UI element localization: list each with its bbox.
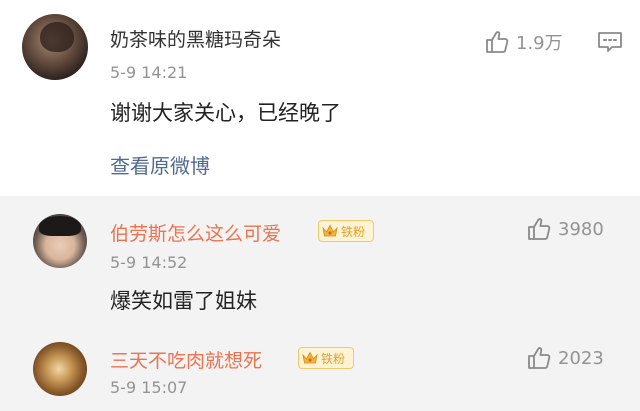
comment-text: 谢谢大家关心，已经晚了 <box>110 101 341 125</box>
avatar[interactable] <box>33 342 87 396</box>
reply-username[interactable]: 三天不吃肉就想死 <box>110 346 262 373</box>
badge-label: 铁粉 <box>341 224 366 239</box>
avatar[interactable] <box>22 14 88 80</box>
like-count: 2023 <box>558 347 604 369</box>
thumbs-up-icon <box>528 218 551 240</box>
like-count: 1.9万 <box>516 33 563 54</box>
avatar[interactable] <box>33 214 87 268</box>
like-button[interactable]: 3980 <box>526 216 604 242</box>
comment-bubble-icon[interactable] <box>596 30 624 54</box>
main-comment: 奶茶味的黑糖玛奇朵 1.9万 5-9 14:21 谢谢大家关心，已经晚了 查看原… <box>0 0 640 196</box>
view-original-link[interactable]: 查看原微博 <box>110 150 210 179</box>
like-button[interactable]: 2023 <box>526 345 604 371</box>
like-button[interactable]: 1.9万 <box>484 29 563 55</box>
badge-label: 铁粉 <box>321 351 346 366</box>
reply-username[interactable]: 伯劳斯怎么这么可爱 <box>110 219 281 246</box>
fan-badge[interactable]: 铁粉 <box>318 220 374 242</box>
thumbs-up-icon <box>528 347 551 369</box>
reply-text: 爆笑如雷了姐妹 <box>110 289 257 313</box>
like-count: 3980 <box>558 218 604 240</box>
crown-icon <box>319 220 341 242</box>
comment-username[interactable]: 奶茶味的黑糖玛奇朵 <box>110 25 281 52</box>
crown-icon <box>299 347 321 369</box>
reply-timestamp: 5-9 15:07 <box>110 378 188 397</box>
thumbs-up-icon <box>486 31 509 53</box>
comment-timestamp: 5-9 14:21 <box>110 63 188 82</box>
fan-badge[interactable]: 铁粉 <box>298 347 354 369</box>
reply-timestamp: 5-9 14:52 <box>110 253 188 272</box>
